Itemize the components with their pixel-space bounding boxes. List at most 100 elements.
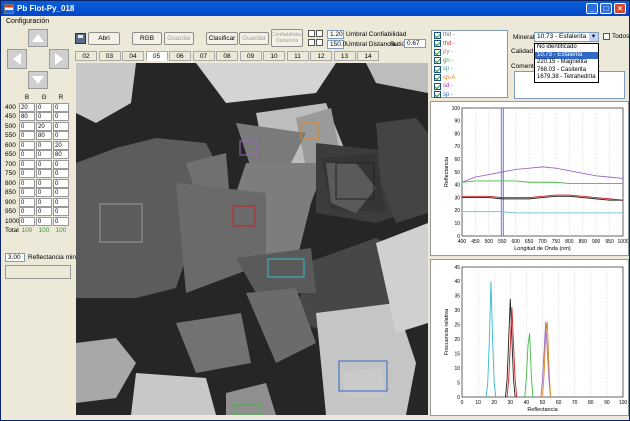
guardar-button[interactable]: Guardar bbox=[164, 32, 194, 45]
micrograph-image[interactable] bbox=[76, 63, 428, 415]
tab-06[interactable]: 06 bbox=[169, 51, 191, 61]
weight-cell-r[interactable]: 0 bbox=[53, 121, 69, 131]
checkbox-d[interactable] bbox=[316, 39, 323, 46]
weight-cell-b[interactable]: 0 bbox=[19, 178, 35, 188]
arrow-left-icon[interactable] bbox=[7, 49, 27, 69]
weight-cell-r[interactable]: 0 bbox=[53, 112, 69, 122]
checkmark-icon[interactable] bbox=[434, 65, 441, 73]
todos-checkbox[interactable] bbox=[603, 33, 610, 40]
checkmark-icon[interactable] bbox=[434, 74, 441, 82]
weight-cell-b[interactable]: 0 bbox=[19, 197, 35, 207]
maximize-icon[interactable]: □ bbox=[600, 3, 612, 14]
tab-03[interactable]: 03 bbox=[98, 51, 121, 61]
weight-cell-g[interactable]: 0 bbox=[36, 178, 52, 188]
weight-cell-b[interactable]: 0 bbox=[19, 188, 35, 198]
abrir-button[interactable]: Abri bbox=[88, 32, 120, 45]
arrow-down-icon[interactable] bbox=[28, 71, 48, 89]
weight-cell-r[interactable]: 0 bbox=[53, 188, 69, 198]
legend-item[interactable]: py - bbox=[432, 48, 507, 57]
weight-cell-r[interactable]: 0 bbox=[53, 131, 69, 141]
weight-cell-b[interactable]: 20 bbox=[19, 102, 35, 112]
weight-cell-b[interactable]: 0 bbox=[19, 131, 35, 141]
weight-cell-g[interactable]: 80 bbox=[36, 131, 52, 141]
checkbox-c[interactable] bbox=[308, 39, 315, 46]
tab-11[interactable]: 11 bbox=[286, 51, 309, 61]
weight-cell-g[interactable]: 0 bbox=[36, 150, 52, 160]
reflectancia-min-input[interactable]: 3.00 bbox=[5, 253, 25, 262]
minimize-icon[interactable]: _ bbox=[586, 3, 598, 14]
weight-cell-b[interactable]: 0 bbox=[19, 159, 35, 169]
save-disk-icon[interactable] bbox=[75, 33, 86, 44]
weight-cell-g[interactable]: 0 bbox=[36, 216, 52, 226]
weight-cell-g[interactable]: 0 bbox=[36, 188, 52, 198]
checkmark-icon[interactable] bbox=[434, 82, 441, 90]
weight-cell-g[interactable]: 0 bbox=[36, 197, 52, 207]
legend-item[interactable]: gn - bbox=[432, 57, 507, 66]
tab-04[interactable]: 04 bbox=[122, 51, 144, 61]
weight-cell-g[interactable]: 0 bbox=[36, 207, 52, 217]
clasificar-button[interactable]: Clasificar bbox=[206, 32, 238, 45]
tab-10[interactable]: 10 bbox=[263, 51, 285, 61]
arrow-right-icon[interactable] bbox=[49, 49, 69, 69]
tab-14[interactable]: 14 bbox=[357, 51, 379, 61]
mineral-option[interactable]: No identificado bbox=[535, 44, 598, 52]
legend-item[interactable]: thd - bbox=[432, 40, 507, 49]
legend-item[interactable]: cp-A bbox=[432, 74, 507, 83]
menu-configuracion[interactable]: Configuración bbox=[6, 18, 49, 25]
weight-cell-b[interactable]: 80 bbox=[19, 112, 35, 122]
confiabilidad-distancia-button[interactable]: Confiabilidad Distancia bbox=[271, 29, 303, 47]
guardar-clasificacion-button[interactable]: Guardar bbox=[239, 32, 269, 45]
tab-07[interactable]: 07 bbox=[192, 51, 215, 61]
weight-cell-g[interactable]: 0 bbox=[36, 140, 52, 150]
tab-05[interactable]: 05 bbox=[145, 51, 168, 61]
checkmark-icon[interactable] bbox=[434, 48, 441, 56]
weight-cell-r[interactable]: 0 bbox=[53, 207, 69, 217]
checkbox-b[interactable] bbox=[316, 30, 323, 37]
weight-cell-b[interactable]: 0 bbox=[19, 169, 35, 179]
mineral-option[interactable]: 10.73 - Esfalerita bbox=[535, 51, 598, 59]
tab-13[interactable]: 13 bbox=[333, 51, 356, 61]
weight-cell-b[interactable]: 0 bbox=[19, 150, 35, 160]
tab-12[interactable]: 12 bbox=[310, 51, 332, 61]
checkmark-icon[interactable] bbox=[434, 40, 441, 48]
mineral-option[interactable]: 220.15 - Magnetita bbox=[535, 59, 598, 67]
legend-item[interactable]: sp - bbox=[432, 91, 507, 100]
mineral-option[interactable]: 768.03 - Casiterita bbox=[535, 67, 598, 75]
weight-cell-g[interactable]: 0 bbox=[36, 102, 52, 112]
mineral-option[interactable]: 1679.38 - Tetrahedrita bbox=[535, 74, 598, 82]
weight-cell-r[interactable]: 0 bbox=[53, 169, 69, 179]
checkbox-a[interactable] bbox=[308, 30, 315, 37]
tab-02[interactable]: 02 bbox=[75, 51, 97, 61]
weight-cell-r[interactable]: 0 bbox=[53, 216, 69, 226]
checkmark-icon[interactable] bbox=[434, 57, 441, 65]
weight-cell-b[interactable]: 0 bbox=[19, 207, 35, 217]
weight-cell-r[interactable]: 0 bbox=[53, 197, 69, 207]
chevron-down-icon[interactable]: ▾ bbox=[589, 33, 598, 41]
umbral-distancia-input[interactable]: 150.0 bbox=[327, 40, 346, 49]
weight-cell-g[interactable]: 0 bbox=[36, 159, 52, 169]
weight-cell-r[interactable]: 20 bbox=[53, 140, 69, 150]
weight-cell-b[interactable]: 0 bbox=[19, 216, 35, 226]
weight-cell-g[interactable]: 20 bbox=[36, 121, 52, 131]
checkmark-icon[interactable] bbox=[434, 91, 441, 99]
close-icon[interactable]: × bbox=[614, 3, 626, 14]
ratio-input[interactable]: 0.67 bbox=[404, 39, 426, 48]
weight-cell-b[interactable]: 0 bbox=[19, 121, 35, 131]
weight-cell-r[interactable]: 0 bbox=[53, 159, 69, 169]
weight-cell-r[interactable]: 80 bbox=[53, 150, 69, 160]
rgb-button[interactable]: RGB bbox=[132, 32, 162, 45]
legend-item[interactable]: sp - bbox=[432, 65, 507, 74]
umbral-confiabilidad-input[interactable]: 1.20 bbox=[327, 30, 344, 39]
weight-cell-b[interactable]: 0 bbox=[19, 140, 35, 150]
checkmark-icon[interactable] bbox=[434, 31, 441, 39]
legend-item[interactable]: sd - bbox=[432, 82, 507, 91]
weight-cell-r[interactable]: 0 bbox=[53, 178, 69, 188]
tab-09[interactable]: 09 bbox=[239, 51, 262, 61]
weight-cell-r[interactable]: 0 bbox=[53, 102, 69, 112]
tab-08[interactable]: 08 bbox=[216, 51, 238, 61]
mineral-select[interactable]: 10.73 - Esfalerita ▾ bbox=[534, 32, 599, 42]
weight-cell-g[interactable]: 0 bbox=[36, 169, 52, 179]
legend-item[interactable]: thd - bbox=[432, 31, 507, 40]
weight-cell-g[interactable]: 0 bbox=[36, 112, 52, 122]
arrow-up-icon[interactable] bbox=[28, 29, 48, 47]
